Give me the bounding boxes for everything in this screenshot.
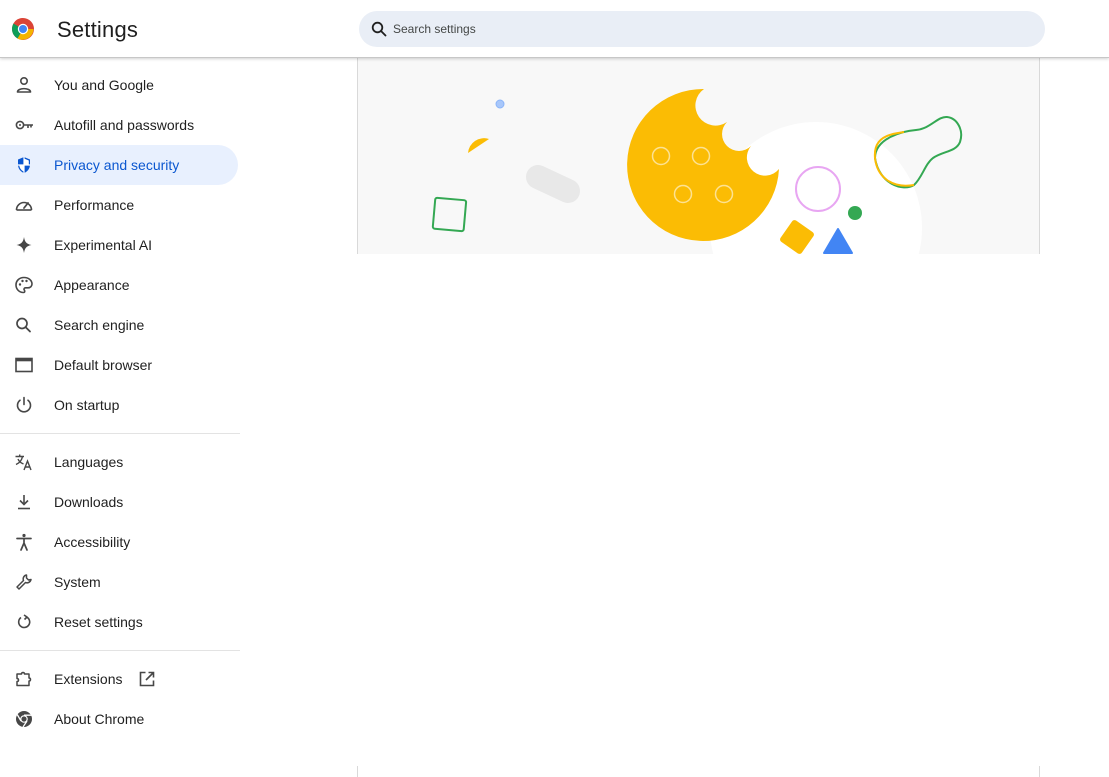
puzzle-icon — [16, 671, 32, 687]
page-title: Settings — [57, 17, 139, 42]
palette-icon — [15, 276, 33, 294]
sidebar-item-label: Default browser — [54, 357, 153, 373]
sidebar-item-you-and-google[interactable]: You and Google — [0, 65, 238, 105]
sidebar-item-label: Downloads — [54, 494, 124, 510]
sidebar-item-label: Languages — [54, 454, 124, 470]
sidebar-item-performance[interactable]: Performance — [0, 185, 238, 225]
sidebar-item-label: Autofill and passwords — [54, 117, 195, 133]
accessibility-icon — [16, 533, 32, 551]
open-in-new-icon[interactable] — [138, 670, 156, 688]
sidebar-item-label: Search engine — [54, 317, 145, 333]
sidebar-item-accessibility[interactable]: Accessibility — [0, 522, 238, 562]
sidebar-item-extensions[interactable]: Extensions — [0, 659, 238, 699]
translate-icon — [15, 454, 32, 471]
reset-icon — [17, 614, 31, 629]
sidebar-item-label: Reset settings — [54, 614, 143, 630]
sidebar-item-autofill[interactable]: Autofill and passwords — [0, 105, 238, 145]
shield-icon — [18, 157, 30, 173]
chrome-logo-icon — [12, 18, 34, 40]
sidebar-item-languages[interactable]: Languages — [0, 442, 238, 482]
sidebar-item-on-startup[interactable]: On startup — [0, 385, 238, 425]
download-icon — [18, 495, 30, 510]
sidebar: You and Google Autofill and passwords Pr… — [0, 58, 240, 777]
green-dot-shape — [848, 206, 862, 220]
browser-window-icon — [15, 357, 33, 373]
sidebar-item-label: System — [54, 574, 101, 590]
sidebar-item-label: You and Google — [54, 77, 154, 93]
sidebar-item-experimental-ai[interactable]: Experimental AI — [0, 225, 238, 265]
search-icon — [371, 21, 387, 37]
cookie-illustration — [431, 88, 963, 254]
wrench-icon — [16, 574, 32, 590]
sidebar-item-downloads[interactable]: Downloads — [0, 482, 238, 522]
content-card-edge — [357, 766, 1040, 777]
yellow-half-circle-shape — [468, 138, 489, 153]
search-box[interactable] — [359, 11, 1045, 47]
grey-pill-shape — [526, 165, 580, 203]
speedometer-icon — [15, 201, 33, 211]
sidebar-item-reset-settings[interactable]: Reset settings — [0, 602, 238, 642]
sidebar-item-label: Appearance — [54, 277, 130, 293]
chrome-icon — [16, 711, 32, 728]
sidebar-divider — [0, 433, 240, 434]
sidebar-item-label: Experimental AI — [54, 237, 153, 253]
sidebar-item-system[interactable]: System — [0, 562, 238, 602]
power-icon — [16, 396, 32, 413]
sidebar-item-about-chrome[interactable]: About Chrome — [0, 699, 238, 739]
green-square-shape — [431, 196, 468, 233]
search-input[interactable] — [393, 11, 1013, 47]
blue-dot-shape — [495, 99, 505, 109]
top-bar: Settings — [0, 0, 1109, 58]
sidebar-item-label: Accessibility — [54, 534, 131, 550]
sidebar-item-label: On startup — [54, 397, 120, 413]
sidebar-item-label: Privacy and security — [54, 157, 180, 173]
key-icon — [15, 120, 33, 130]
person-icon — [16, 76, 32, 93]
sidebar-item-label: About Chrome — [54, 711, 145, 727]
sparkle-icon — [16, 237, 32, 253]
sidebar-item-default-browser[interactable]: Default browser — [0, 345, 238, 385]
sidebar-item-label: Performance — [54, 197, 135, 213]
sidebar-item-privacy-and-security[interactable]: Privacy and security — [0, 145, 238, 185]
sidebar-item-search-engine[interactable]: Search engine — [0, 305, 238, 345]
search-icon — [16, 317, 31, 333]
sidebar-item-label: Extensions — [54, 671, 123, 687]
sidebar-item-appearance[interactable]: Appearance — [0, 265, 238, 305]
privacy-hero-illustration — [357, 58, 1040, 254]
sidebar-divider — [0, 650, 240, 651]
